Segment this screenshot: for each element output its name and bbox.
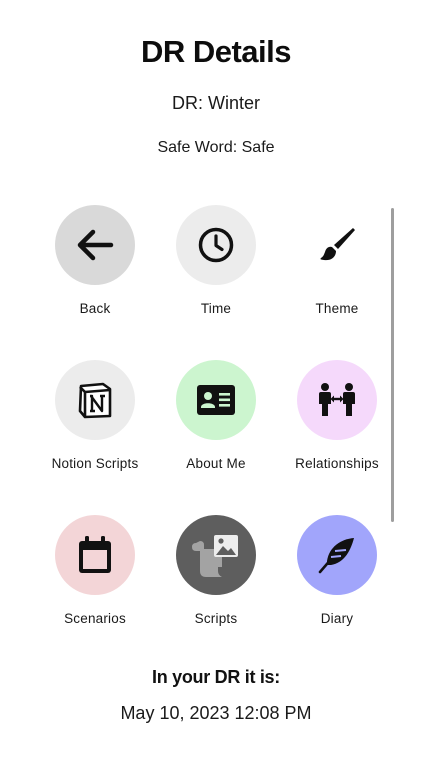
scripts-circle bbox=[176, 515, 256, 595]
scenarios-button[interactable]: Scenarios bbox=[34, 515, 156, 645]
scroll-image-icon bbox=[192, 535, 238, 577]
notion-scripts-circle bbox=[55, 360, 135, 440]
theme-circle bbox=[297, 205, 377, 285]
diary-button[interactable]: Diary bbox=[276, 515, 398, 645]
notion-icon bbox=[78, 382, 112, 419]
back-button[interactable]: Back bbox=[34, 205, 156, 335]
safe-word: Safe Word: Safe bbox=[157, 139, 275, 156]
calendar-icon bbox=[79, 536, 111, 573]
id-card-icon bbox=[197, 385, 235, 415]
about-me-button[interactable]: About Me bbox=[155, 360, 277, 490]
time-button[interactable]: Time bbox=[155, 205, 277, 335]
back-label: Back bbox=[79, 301, 111, 316]
diary-circle bbox=[297, 515, 377, 595]
scenarios-label: Scenarios bbox=[64, 611, 126, 626]
people-arrows-icon bbox=[319, 383, 355, 416]
in-dr-heading: In your DR it is: bbox=[152, 667, 280, 687]
theme-button[interactable]: Theme bbox=[276, 205, 398, 335]
notion-scripts-label: Notion Scripts bbox=[51, 456, 139, 471]
time-label: Time bbox=[200, 301, 232, 316]
about-me-circle bbox=[176, 360, 256, 440]
clock-icon bbox=[198, 227, 234, 263]
scripts-label: Scripts bbox=[194, 611, 238, 626]
dr-datetime: May 10, 2023 12:08 PM bbox=[120, 703, 312, 723]
relationships-label: Relationships bbox=[295, 456, 379, 471]
diary-label: Diary bbox=[320, 611, 354, 626]
dr-name: DR: Winter bbox=[171, 93, 260, 113]
feather-icon bbox=[318, 538, 354, 574]
theme-label: Theme bbox=[315, 301, 359, 316]
time-circle bbox=[176, 205, 256, 285]
back-circle bbox=[55, 205, 135, 285]
paintbrush-icon bbox=[320, 228, 355, 261]
about-me-label: About Me bbox=[186, 456, 246, 471]
relationships-button[interactable]: Relationships bbox=[276, 360, 398, 490]
scenarios-circle bbox=[55, 515, 135, 595]
page-title: DR Details bbox=[140, 34, 292, 69]
scripts-button[interactable]: Scripts bbox=[155, 515, 277, 645]
relationships-circle bbox=[297, 360, 377, 440]
notion-scripts-button[interactable]: Notion Scripts bbox=[34, 360, 156, 490]
scrollbar[interactable] bbox=[391, 208, 394, 522]
arrow-left-icon bbox=[77, 229, 114, 261]
